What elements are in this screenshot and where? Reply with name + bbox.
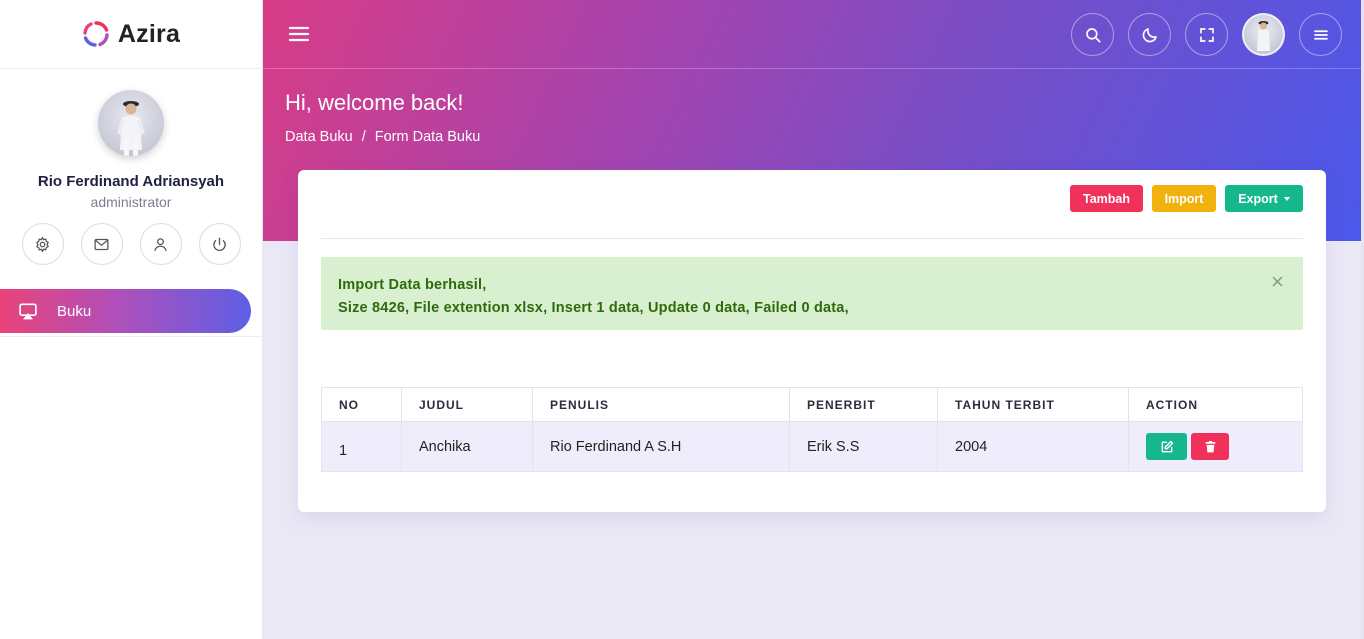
import-button[interactable]: Import <box>1152 185 1216 212</box>
search-icon <box>1085 27 1101 43</box>
brand-logo-icon <box>83 21 109 47</box>
user-avatar[interactable] <box>1242 13 1285 56</box>
breadcrumb-current: Form Data Buku <box>374 129 481 145</box>
cell-no: 1 <box>321 421 402 472</box>
trash-icon <box>1205 440 1215 452</box>
sidebar: Azira Rio Ferdinand Adriansyah administr… <box>0 0 263 639</box>
profile: Rio Ferdinand Adriansyah administrator <box>0 69 262 265</box>
profile-button[interactable] <box>139 223 182 265</box>
topbar-actions <box>1071 13 1342 56</box>
caret-down-icon <box>1283 196 1290 201</box>
cell-tahun-terbit: 2004 <box>937 421 1129 472</box>
screen-icon <box>19 303 37 320</box>
user-icon <box>154 237 167 251</box>
delete-button[interactable] <box>1191 433 1229 460</box>
breadcrumb: Data Buku / Form Data Buku <box>285 129 480 145</box>
cell-judul: Anchika <box>401 421 533 472</box>
profile-avatar[interactable] <box>98 90 164 156</box>
books-table: NO JUDUL PENULIS PENERBIT TAHUN TERBIT A… <box>321 387 1303 472</box>
export-button[interactable]: Export <box>1225 185 1303 212</box>
edit-button[interactable] <box>1146 433 1187 460</box>
logout-button[interactable] <box>198 223 241 265</box>
column-header-tahun-terbit: TAHUN TERBIT <box>937 387 1129 422</box>
data-card: Tambah Import Export Import Data berhasi… <box>298 170 1326 512</box>
sidebar-nav: Buku <box>0 289 262 337</box>
profile-role: administrator <box>90 194 172 210</box>
search-button[interactable] <box>1071 13 1114 56</box>
page-title: Hi, welcome back! <box>285 90 464 115</box>
breadcrumb-separator: / <box>361 129 366 145</box>
moon-icon <box>1142 27 1157 42</box>
power-icon <box>213 236 226 251</box>
column-header-action: ACTION <box>1128 387 1303 422</box>
menu-button[interactable] <box>1299 13 1342 56</box>
brand[interactable]: Azira <box>0 0 262 69</box>
column-header-penulis: PENULIS <box>532 387 790 422</box>
person-photo-icon <box>117 101 145 156</box>
profile-actions <box>0 223 262 265</box>
alert-message: Size 8426, File extention xlsx, Insert 1… <box>338 300 849 316</box>
breadcrumb-data-buku[interactable]: Data Buku <box>285 129 353 145</box>
brand-name: Azira <box>117 19 181 48</box>
cell-penulis: Rio Ferdinand A S.H <box>532 421 790 472</box>
cell-action <box>1128 421 1303 472</box>
column-header-judul: JUDUL <box>401 387 533 422</box>
settings-button[interactable] <box>21 223 64 265</box>
dark-mode-toggle[interactable] <box>1128 13 1171 56</box>
table-row: 1 Anchika Rio Ferdinand A S.H Erik S.S 2… <box>321 421 1303 472</box>
fullscreen-icon <box>1199 27 1214 42</box>
card-actions: Tambah Import Export <box>1070 185 1303 212</box>
sidebar-item-buku[interactable]: Buku <box>0 289 251 333</box>
column-header-no: NO <box>321 387 402 422</box>
add-button[interactable]: Tambah <box>1070 185 1143 212</box>
profile-name: Rio Ferdinand Adriansyah <box>37 173 225 190</box>
cell-penerbit: Erik S.S <box>789 421 938 472</box>
mail-button[interactable] <box>80 223 123 265</box>
alert-title: Import Data berhasil, <box>338 277 487 293</box>
edit-icon <box>1161 440 1173 452</box>
row-actions <box>1146 433 1285 460</box>
gear-icon <box>36 236 49 252</box>
hamburger-icon[interactable] <box>287 22 311 46</box>
column-header-penerbit: PENERBIT <box>789 387 938 422</box>
person-photo-icon <box>1257 21 1270 51</box>
table-header-row: NO JUDUL PENULIS PENERBIT TAHUN TERBIT A… <box>321 387 1303 422</box>
sidebar-item-label: Buku <box>57 302 92 320</box>
divider <box>321 238 1303 239</box>
export-label: Export <box>1238 191 1278 206</box>
fullscreen-button[interactable] <box>1185 13 1228 56</box>
close-icon[interactable]: × <box>1271 270 1284 293</box>
topbar <box>263 0 1364 69</box>
success-alert: Import Data berhasil, Size 8426, File ex… <box>321 257 1303 330</box>
mail-icon <box>94 238 109 250</box>
menu-icon <box>1313 29 1328 40</box>
